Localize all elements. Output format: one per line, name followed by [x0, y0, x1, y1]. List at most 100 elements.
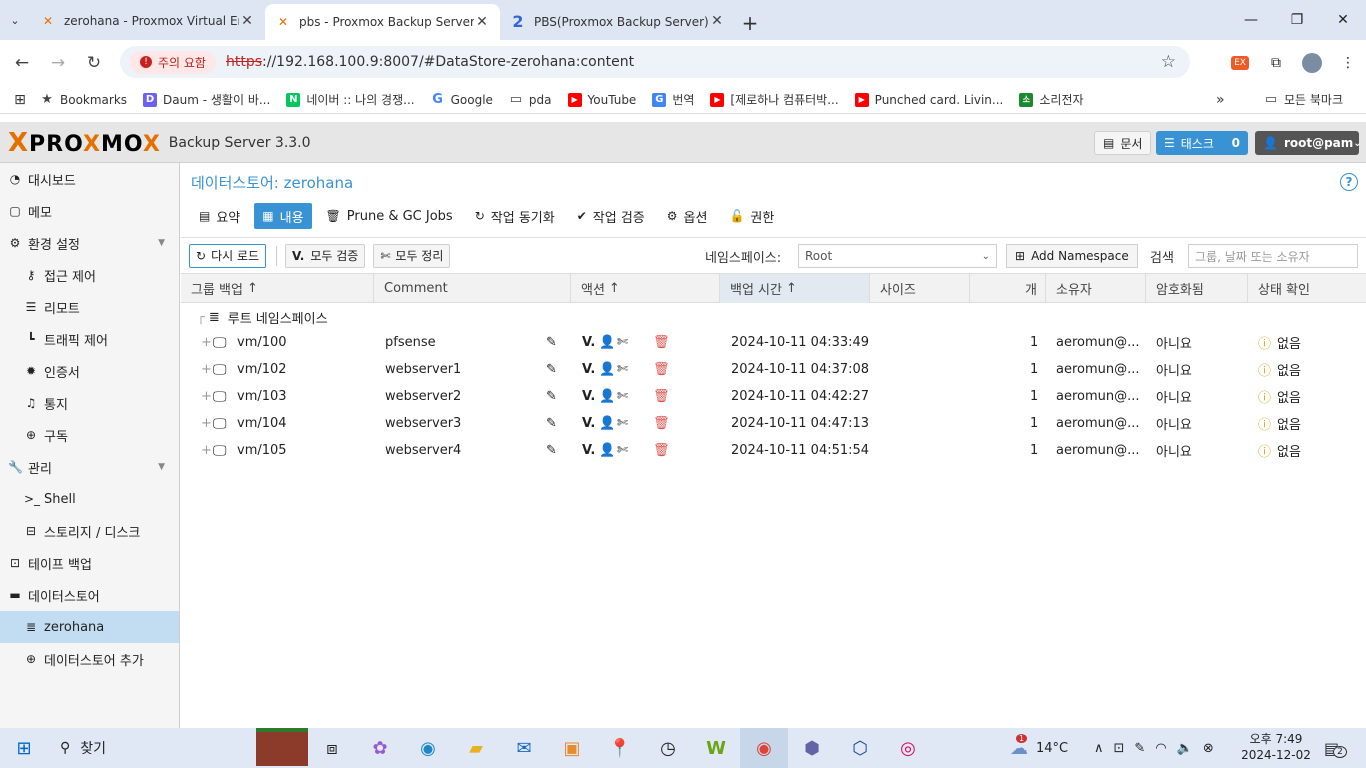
sidebar-item-shell[interactable]: >_ Shell: [0, 483, 179, 515]
debian-app-icon[interactable]: ◎: [884, 728, 932, 768]
profile-avatar-icon[interactable]: [1294, 53, 1330, 73]
close-window-icon[interactable]: ✕: [1320, 0, 1366, 40]
restore-icon[interactable]: ❐: [1274, 0, 1320, 40]
edit-pencil-icon[interactable]: ✎: [546, 443, 557, 458]
prune-scissors-icon[interactable]: ✄: [617, 335, 628, 350]
camera-icon[interactable]: ⊡: [1114, 741, 1125, 756]
sidebar-item-administration[interactable]: 🔧 관리 ▼: [0, 451, 179, 483]
sidebar-item-add-datastore[interactable]: ⊕ 데이터스토어 추가: [0, 643, 179, 675]
sidebar-item-notifications[interactable]: ♫ 통지: [0, 387, 179, 419]
bookmark-item[interactable]: ▭ pda: [509, 92, 552, 107]
file-explorer-icon[interactable]: ▰: [452, 728, 500, 768]
apps-grid-icon[interactable]: ⊞: [0, 92, 40, 108]
root-namespace-row[interactable]: ┌ ≣ 루트 네임스페이스: [181, 305, 1366, 329]
pin-app-icon[interactable]: 📍: [596, 728, 644, 768]
user-menu-button[interactable]: 👤 root@pam ⌄: [1255, 131, 1362, 155]
chrome-icon[interactable]: ◉: [740, 728, 788, 768]
close-tab-icon[interactable]: ✕: [239, 13, 255, 29]
bookmark-item[interactable]: ▶ Punched card. Livin...: [854, 92, 1003, 107]
column-header-owner[interactable]: 소유자: [1046, 274, 1146, 303]
owner-user-icon[interactable]: 👤: [599, 443, 615, 458]
column-header-comment[interactable]: Comment: [374, 274, 571, 303]
edge-icon[interactable]: ◉: [404, 728, 452, 768]
docs-button[interactable]: ▤ 문서: [1094, 131, 1152, 155]
tab-sync-jobs[interactable]: ↻ 작업 동기화: [467, 203, 563, 229]
verify-icon[interactable]: V.: [582, 443, 595, 458]
reload-icon[interactable]: ↻: [76, 45, 112, 81]
more-bookmarks-icon[interactable]: »: [1216, 92, 1225, 108]
tree-expander-icon[interactable]: +: [201, 416, 212, 431]
verify-icon[interactable]: V.: [582, 335, 595, 350]
sidebar-item-datastore[interactable]: ▬ 데이터스토어: [0, 579, 179, 611]
tab-content[interactable]: ▦ 내용: [254, 203, 312, 229]
bookmark-item[interactable]: D Daum - 생활이 바...: [143, 91, 270, 108]
browser-tab-doc[interactable]: 2 PBS(Proxmox Backup Server) 설 ✕: [500, 4, 735, 38]
all-bookmarks[interactable]: ▭ 모든 북마크: [1264, 91, 1343, 108]
verify-icon[interactable]: V.: [582, 389, 595, 404]
verify-all-button[interactable]: V. 모두 검증: [285, 243, 366, 268]
sidebar-item-subscription[interactable]: ⊕ 구독: [0, 419, 179, 451]
copilot-icon[interactable]: ✿: [356, 728, 404, 768]
task-view-icon[interactable]: ⧈: [308, 728, 356, 768]
column-header-encrypted[interactable]: 암호화됨: [1146, 274, 1248, 303]
tab-prune-gc[interactable]: 🗑 Prune & GC Jobs: [318, 203, 461, 229]
winscp-icon[interactable]: W: [692, 728, 740, 768]
table-row[interactable]: + 🖵 vm/104 webserver3 ✎ V. 👤 ✄ 🗑 2024-10-11 04:47…: [181, 410, 1366, 437]
delete-trash-icon[interactable]: 🗑: [653, 389, 670, 404]
verify-icon[interactable]: V.: [582, 362, 595, 377]
edit-pencil-icon[interactable]: ✎: [546, 389, 557, 404]
bookmark-item[interactable]: 소 소리전자: [1019, 91, 1084, 108]
tab-options[interactable]: ⚙ 옵션: [659, 203, 716, 229]
bookmark-item[interactable]: ▶ YouTube: [567, 92, 636, 107]
bookmark-item[interactable]: N 네이버 :: 나의 경쟁...: [286, 91, 415, 108]
tab-verify-jobs[interactable]: ✔ 작업 검증: [569, 203, 653, 229]
reload-button[interactable]: ↻ 다시 로드: [189, 243, 267, 268]
edit-pencil-icon[interactable]: ✎: [546, 416, 557, 431]
virtualbox-icon[interactable]: ⬡: [836, 728, 884, 768]
sidebar-item-tape-backup[interactable]: ⊡ 테이프 백업: [0, 547, 179, 579]
column-header-verify-state[interactable]: 상태 확인: [1248, 274, 1366, 303]
bookmark-item[interactable]: ★ Bookmarks: [40, 92, 127, 107]
sidebar-item-certificates[interactable]: ✹ 인증서: [0, 355, 179, 387]
clock-app-icon[interactable]: ◷: [644, 728, 692, 768]
column-header-count[interactable]: 개: [970, 274, 1046, 303]
column-header-backup-time[interactable]: 백업 시간 ↑: [720, 274, 870, 303]
edit-pencil-icon[interactable]: ✎: [546, 362, 557, 377]
sidebar-item-storage-disks[interactable]: ⊟ 스토리지 / 디스크: [0, 515, 179, 547]
omnibox[interactable]: ! 주의 요함 https://192.168.100.9:8007/#Data…: [120, 46, 1190, 78]
teams-icon[interactable]: ⬢: [788, 728, 836, 768]
owner-user-icon[interactable]: 👤: [599, 335, 615, 350]
bookmark-item[interactable]: G 번역: [652, 91, 694, 108]
close-tab-icon[interactable]: ✕: [709, 13, 725, 29]
tab-search-button[interactable]: ⌄: [0, 0, 30, 40]
mail-icon[interactable]: ✉: [500, 728, 548, 768]
close-tab-icon[interactable]: ✕: [474, 14, 490, 30]
sidebar-item-access-control[interactable]: ⚷ 접근 제어: [0, 259, 179, 291]
back-icon[interactable]: ←: [4, 45, 40, 81]
weather-widget[interactable]: ☁ 1 14°C: [1010, 733, 1068, 759]
help-icon[interactable]: ?: [1340, 173, 1358, 191]
prune-all-button[interactable]: ✄ 모두 정리: [373, 243, 451, 268]
tree-expander-icon[interactable]: +: [201, 362, 212, 377]
browser-tab-pbs[interactable]: ✕ pbs - Proxmox Backup Server ✕: [265, 4, 500, 40]
owner-user-icon[interactable]: 👤: [599, 389, 615, 404]
delete-trash-icon[interactable]: 🗑: [653, 443, 670, 458]
clock[interactable]: 오후 7:49 2024-12-02: [1240, 731, 1312, 763]
search-input[interactable]: 그룹, 날짜 또는 소유자: [1188, 244, 1358, 268]
prune-scissors-icon[interactable]: ✄: [617, 389, 628, 404]
tray-expand-icon[interactable]: ∧: [1094, 741, 1104, 756]
minimize-icon[interactable]: —: [1228, 0, 1274, 40]
delete-trash-icon[interactable]: 🗑: [653, 416, 670, 431]
add-namespace-button[interactable]: ⊞ Add Namespace: [1006, 244, 1138, 268]
tab-summary[interactable]: ▤ 요약: [191, 203, 248, 229]
table-row[interactable]: + 🖵 vm/102 webserver1 ✎ V. 👤 ✄ 🗑 2024-10-11 04:37…: [181, 356, 1366, 383]
column-header-size[interactable]: 사이즈: [870, 274, 970, 303]
table-row[interactable]: + 🖵 vm/105 webserver4 ✎ V. 👤 ✄ 🗑 2024-10-11 04:51…: [181, 437, 1366, 464]
windows-start-icon[interactable]: ⊞: [0, 728, 48, 768]
tree-expander-icon[interactable]: +: [201, 443, 212, 458]
sidebar-item-dashboard[interactable]: ◔ 대시보드: [0, 163, 179, 195]
verify-icon[interactable]: V.: [582, 416, 595, 431]
media-player-icon[interactable]: ▣: [548, 728, 596, 768]
delete-trash-icon[interactable]: 🗑: [653, 362, 670, 377]
wifi-icon[interactable]: ◠: [1155, 741, 1166, 756]
